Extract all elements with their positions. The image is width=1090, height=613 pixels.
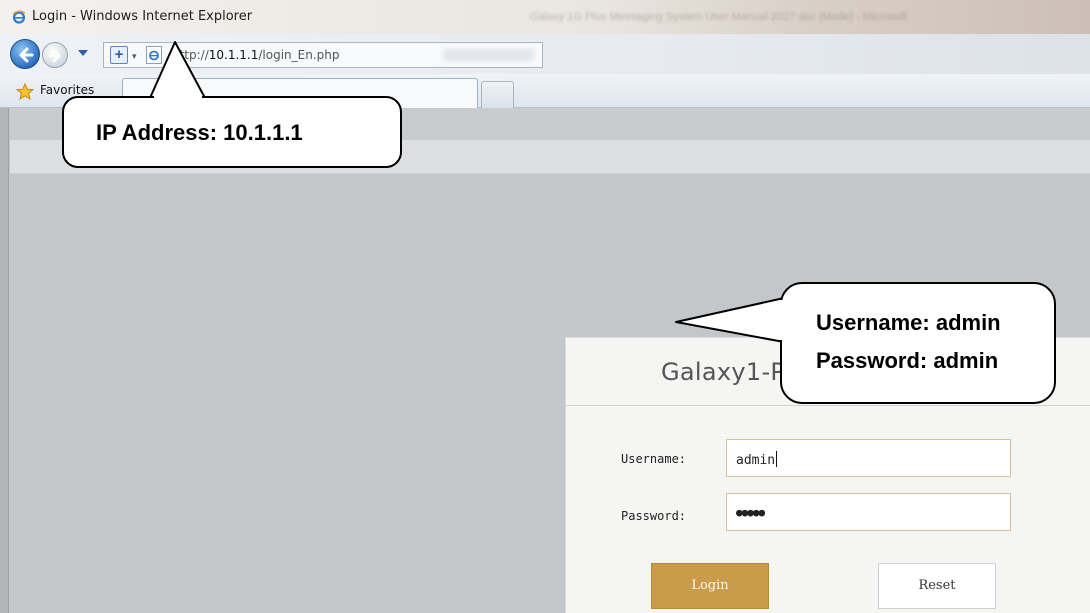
credentials-password-text: Password: admin (816, 348, 999, 373)
internet-explorer-icon (12, 10, 26, 24)
forward-arrow-icon (49, 49, 61, 63)
ip-address-callout: IP Address: 10.1.1.1 (62, 96, 402, 168)
login-title: Galaxy1-P (661, 358, 786, 386)
chevron-down-icon[interactable]: ▾ (132, 51, 137, 62)
page-ie-icon (146, 46, 162, 64)
password-label: Password: (621, 509, 687, 523)
credentials-username-text: Username: admin (816, 310, 1001, 335)
address-bar-blurred-region (444, 49, 534, 61)
address-bar[interactable]: + ▾ http://10.1.1.1/login_En.php (103, 42, 543, 68)
password-mask: ●●●●● (736, 506, 765, 519)
compatibility-icon[interactable]: + (110, 46, 128, 64)
background-window-title: Galaxy 1G Plus Messaging System User Man… (530, 11, 908, 23)
page-left-border (0, 108, 9, 613)
back-arrow-icon (19, 47, 34, 63)
username-value: admin (736, 453, 776, 468)
new-tab-button[interactable] (481, 81, 514, 108)
credentials-callout: Username: admin Password: admin (780, 282, 1056, 404)
navigation-bar: + ▾ http://10.1.1.1/login_En.php (0, 34, 1090, 74)
address-url[interactable]: http://10.1.1.1/login_En.php (172, 48, 340, 62)
ip-address-callout-text: IP Address: 10.1.1.1 (96, 120, 303, 145)
text-caret (776, 451, 778, 467)
reset-button[interactable]: Reset (878, 563, 996, 609)
window-title-bar: Login - Windows Internet Explorer Galaxy… (0, 0, 1090, 34)
favorites-star-icon[interactable] (16, 83, 34, 100)
username-input[interactable]: admin (726, 439, 1011, 477)
password-input[interactable]: ●●●●● (726, 493, 1011, 531)
favorites-label[interactable]: Favorites (40, 83, 94, 97)
back-button[interactable] (10, 39, 40, 69)
login-button[interactable]: Login (651, 563, 769, 609)
window-title: Login - Windows Internet Explorer (32, 9, 253, 24)
forward-button[interactable] (42, 42, 68, 68)
username-label: Username: (621, 452, 687, 466)
recent-pages-dropdown-icon[interactable] (78, 50, 88, 56)
screenshot-root: Login - Windows Internet Explorer Galaxy… (0, 0, 1090, 613)
